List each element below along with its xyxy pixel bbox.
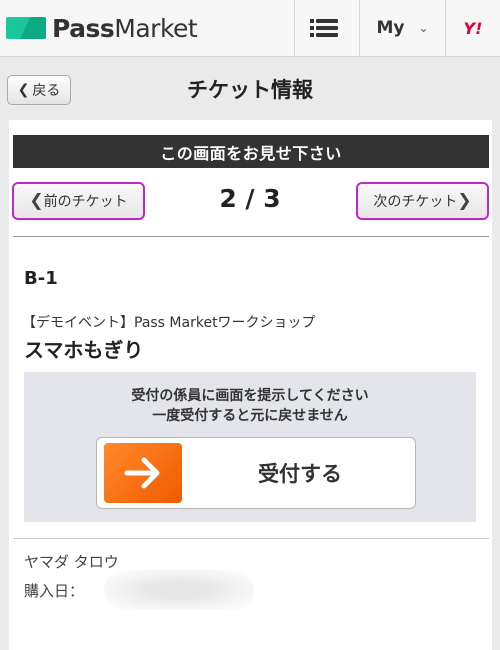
prev-ticket-label: 前のチケット: [43, 194, 128, 210]
page-title: チケット情報: [187, 78, 313, 102]
my-label: My: [376, 18, 405, 38]
ticket-type: スマホもぎり: [24, 338, 144, 362]
next-ticket-button[interactable]: 次のチケット ❯: [356, 182, 489, 220]
arrow-right-icon: [104, 443, 182, 503]
seat-number: B-1: [24, 268, 58, 289]
accept-label: 受付する: [258, 462, 342, 486]
blurred-purchase-date: [104, 570, 254, 610]
notice-line-1: 受付の係員に画面を提示してください: [131, 388, 369, 404]
accept-panel: 受付の係員に画面を提示してください 一度受付すると元に戻せません 受付する: [24, 372, 476, 522]
yahoo-link[interactable]: Y!: [445, 0, 500, 56]
divider: [13, 538, 489, 539]
top-bar: PassMarket My ⌄ Y!: [0, 0, 500, 57]
holder-name: ヤマダ タロウ: [24, 553, 119, 571]
chevron-right-icon: ❯: [457, 191, 472, 211]
purchase-date-label: 購入日：: [24, 582, 85, 600]
menu-button[interactable]: [294, 0, 359, 56]
ticket-card: この画面をお見せ下さい ❮ 前のチケット 2 / 3 次のチケット ❯ B-1 …: [9, 120, 492, 650]
accept-button[interactable]: 受付する: [96, 437, 416, 509]
ticket-counter: 2 / 3: [219, 184, 281, 213]
logo-mark-icon: [6, 17, 46, 39]
my-menu-button[interactable]: My ⌄: [359, 0, 445, 56]
passmarket-logo[interactable]: PassMarket: [6, 13, 198, 43]
event-name: 【デモイベント】Pass Marketワークショップ: [22, 315, 316, 331]
prev-ticket-button[interactable]: ❮ 前のチケット: [12, 182, 145, 220]
chevron-down-icon: ⌄: [418, 21, 429, 35]
list-menu-icon: [310, 16, 338, 40]
next-ticket-label: 次のチケット: [373, 194, 458, 210]
notice-line-2: 一度受付すると元に戻せません: [152, 408, 348, 424]
logo-text: PassMarket: [52, 13, 198, 43]
show-screen-banner: この画面をお見せ下さい: [13, 135, 489, 168]
yahoo-icon: Y!: [463, 18, 483, 38]
divider: [13, 236, 489, 237]
chevron-left-icon: ❮: [29, 191, 44, 211]
